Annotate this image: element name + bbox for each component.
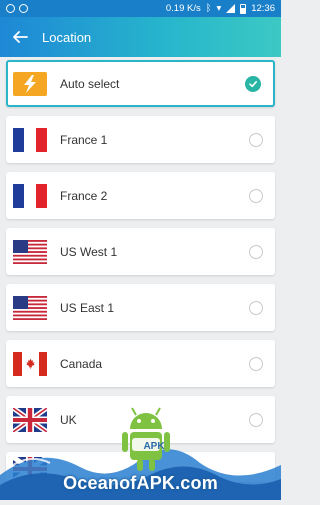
location-item-france-1[interactable]: France 1 xyxy=(6,116,275,163)
status-bar: 0.19 K/s ᛒ ▾ 12:36 xyxy=(0,0,281,17)
usa-flag-icon xyxy=(13,295,47,320)
location-label: France 2 xyxy=(60,188,108,203)
app-bar: Location xyxy=(0,17,281,57)
watermark: APK OceanofAPK.com xyxy=(0,405,281,500)
bluetooth-icon: ᛒ xyxy=(205,3,212,14)
sync-icon xyxy=(19,4,28,13)
clock: 12:36 xyxy=(251,3,275,14)
location-label: US West 1 xyxy=(60,244,118,259)
location-label: US East 1 xyxy=(60,300,115,315)
location-item-canada[interactable]: Canada xyxy=(6,340,275,387)
watermark-brand: APK xyxy=(143,441,165,452)
radio-button[interactable] xyxy=(249,244,263,259)
france-flag-icon xyxy=(13,127,47,152)
location-item-france-2[interactable]: France 2 xyxy=(6,172,275,219)
back-button[interactable] xyxy=(0,17,40,57)
canada-flag-icon xyxy=(13,351,47,376)
page-title: Location xyxy=(42,29,92,45)
wifi-icon: ▾ xyxy=(216,3,222,14)
location-label: France 1 xyxy=(60,132,108,147)
watermark-text: OceanofAPK.com xyxy=(63,473,218,493)
radio-button[interactable] xyxy=(249,188,263,203)
usa-flag-icon xyxy=(13,239,47,264)
location-label: Auto select xyxy=(60,76,120,91)
radio-button[interactable] xyxy=(249,300,263,315)
lightning-icon xyxy=(13,71,47,96)
network-speed: 0.19 K/s xyxy=(165,3,201,14)
notification-icon xyxy=(6,4,15,13)
location-item-auto-select[interactable]: Auto select xyxy=(6,60,275,107)
radio-button[interactable] xyxy=(249,132,263,147)
location-label: Canada xyxy=(60,356,103,371)
radio-button[interactable] xyxy=(249,356,263,371)
location-item-us-east-1[interactable]: US East 1 xyxy=(6,284,275,331)
location-item-us-west-1[interactable]: US West 1 xyxy=(6,228,275,275)
france-flag-icon xyxy=(13,183,47,208)
check-circle-icon xyxy=(245,75,261,92)
signal-icon xyxy=(226,4,236,13)
arrow-left-icon xyxy=(13,31,28,43)
status-left xyxy=(6,4,28,13)
status-right: 0.19 K/s ᛒ ▾ 12:36 xyxy=(166,3,275,14)
battery-icon xyxy=(240,3,247,14)
